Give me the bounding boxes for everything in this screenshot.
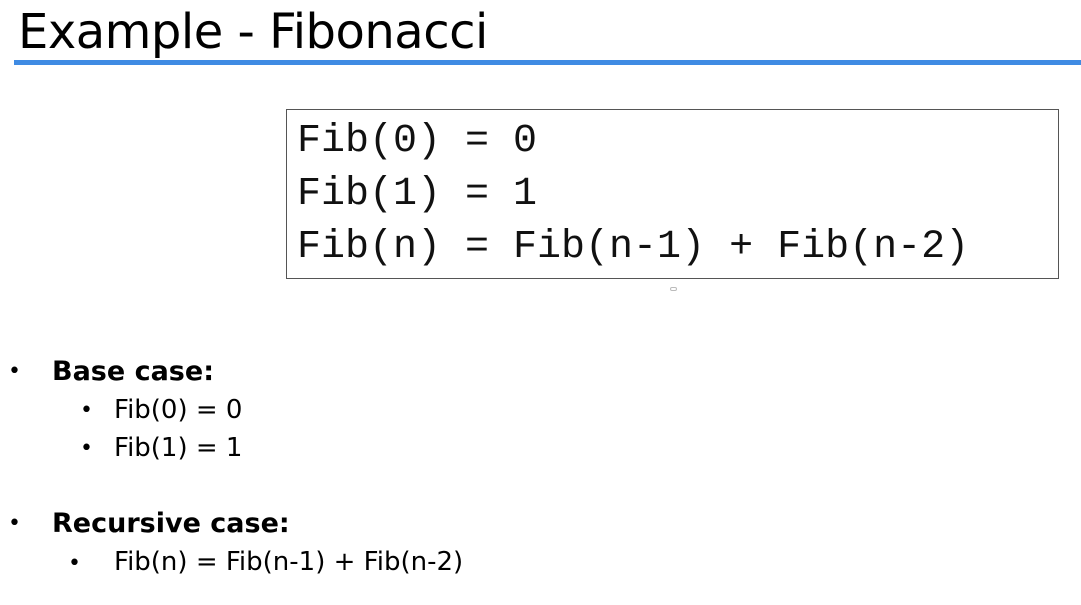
bullet-icon: •	[80, 436, 93, 461]
resize-handle-mark	[670, 287, 677, 291]
base-case-item-0: Fib(0) = 0	[114, 395, 243, 425]
bullet-icon: •	[80, 398, 93, 423]
recursive-case-item-0: Fib(n) = Fib(n-1) + Fib(n-2)	[114, 547, 464, 577]
formula-box: Fib(0) = 0 Fib(1) = 1 Fib(n) = Fib(n-1) …	[286, 109, 1059, 279]
slide-title: Example - Fibonacci	[18, 4, 488, 60]
base-case-item-1: Fib(1) = 1	[114, 433, 243, 463]
formula-line-base-1: Fib(1) = 1	[297, 172, 538, 217]
bullet-icon: •	[68, 551, 81, 576]
base-case-label: Base case:	[52, 356, 214, 387]
title-underline	[14, 60, 1081, 65]
formula-line-recursive: Fib(n) = Fib(n-1) + Fib(n-2)	[297, 225, 970, 270]
bullet-icon: •	[8, 359, 21, 384]
bullet-icon: •	[8, 511, 21, 536]
recursive-case-label: Recursive case:	[52, 508, 290, 539]
formula-line-base-0: Fib(0) = 0	[297, 119, 538, 164]
